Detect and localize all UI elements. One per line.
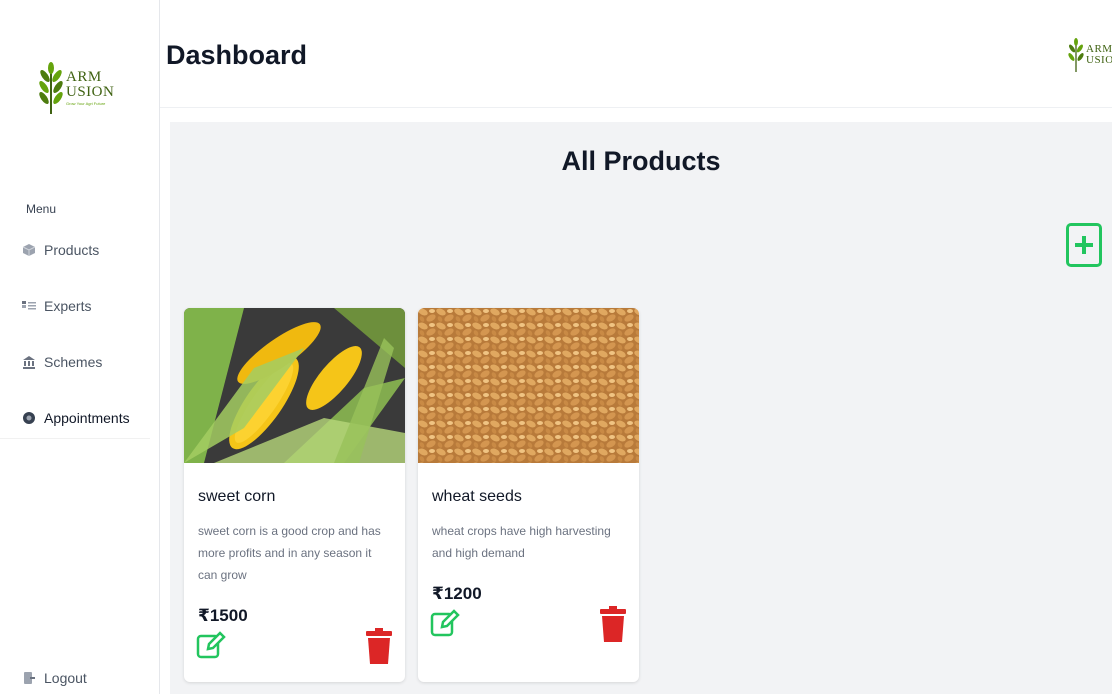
- product-name: sweet corn: [198, 488, 276, 505]
- appointments-icon: [22, 411, 36, 425]
- sidebar-item-label: Appointments: [44, 410, 130, 426]
- header-logo[interactable]: ARM USION: [1066, 38, 1112, 72]
- product-description: sweet corn is a good crop and has more p…: [198, 524, 381, 582]
- wheat-logo-icon: [39, 62, 63, 114]
- delete-product-button[interactable]: [600, 606, 626, 642]
- logo-wordmark: ARM USION Grow Your Agri Future: [66, 69, 115, 106]
- product-price: ₹1200: [432, 584, 482, 603]
- product-image-corn: [184, 308, 405, 463]
- edit-icon: [430, 609, 460, 637]
- sidebar-nav: Products Experts Schemes Appointments: [0, 222, 150, 446]
- products-panel: All Products sweet corn sweet corn is a …: [170, 122, 1112, 694]
- product-image-wheat: [418, 308, 639, 463]
- menu-label: Menu: [26, 202, 57, 216]
- schemes-icon: [22, 355, 36, 369]
- experts-icon: [22, 299, 36, 313]
- sidebar-item-label: Products: [44, 242, 100, 258]
- product-card: wheat seeds wheat crops have high harves…: [418, 308, 639, 682]
- plus-icon: [1075, 236, 1093, 254]
- add-product-button[interactable]: [1066, 223, 1102, 267]
- product-description: wheat crops have high harvesting and hig…: [432, 524, 611, 560]
- sidebar-item-label: Schemes: [44, 354, 103, 370]
- trash-icon: [600, 606, 626, 642]
- page-title: Dashboard: [166, 40, 308, 70]
- sidebar-item-label: Experts: [44, 298, 92, 314]
- sidebar-item-experts[interactable]: Experts: [0, 278, 150, 334]
- product-price: ₹1500: [198, 606, 248, 625]
- package-icon: [22, 243, 36, 257]
- delete-product-button[interactable]: [366, 628, 392, 664]
- wheat-logo-icon: [1068, 38, 1084, 72]
- sidebar-item-products[interactable]: Products: [0, 222, 150, 278]
- logo-wordmark: ARM USION: [1086, 43, 1112, 66]
- logout-label: Logout: [44, 670, 87, 686]
- logout-button[interactable]: Logout: [22, 670, 87, 686]
- trash-icon: [366, 628, 392, 664]
- edit-product-button[interactable]: [196, 630, 226, 660]
- logout-icon: [22, 671, 36, 685]
- top-bar: Dashboard ARM USION: [160, 0, 1112, 108]
- sidebar-logo[interactable]: ARM USION Grow Your Agri Future: [36, 62, 114, 114]
- product-name: wheat seeds: [432, 488, 522, 505]
- product-card: sweet corn sweet corn is a good crop and…: [184, 308, 405, 682]
- sidebar-divider: [0, 438, 150, 439]
- sidebar-item-schemes[interactable]: Schemes: [0, 334, 150, 390]
- edit-icon: [196, 631, 226, 659]
- edit-product-button[interactable]: [430, 608, 460, 638]
- section-title: All Products: [561, 146, 721, 176]
- sidebar: ARM USION Grow Your Agri Future Menu Pro…: [0, 0, 160, 694]
